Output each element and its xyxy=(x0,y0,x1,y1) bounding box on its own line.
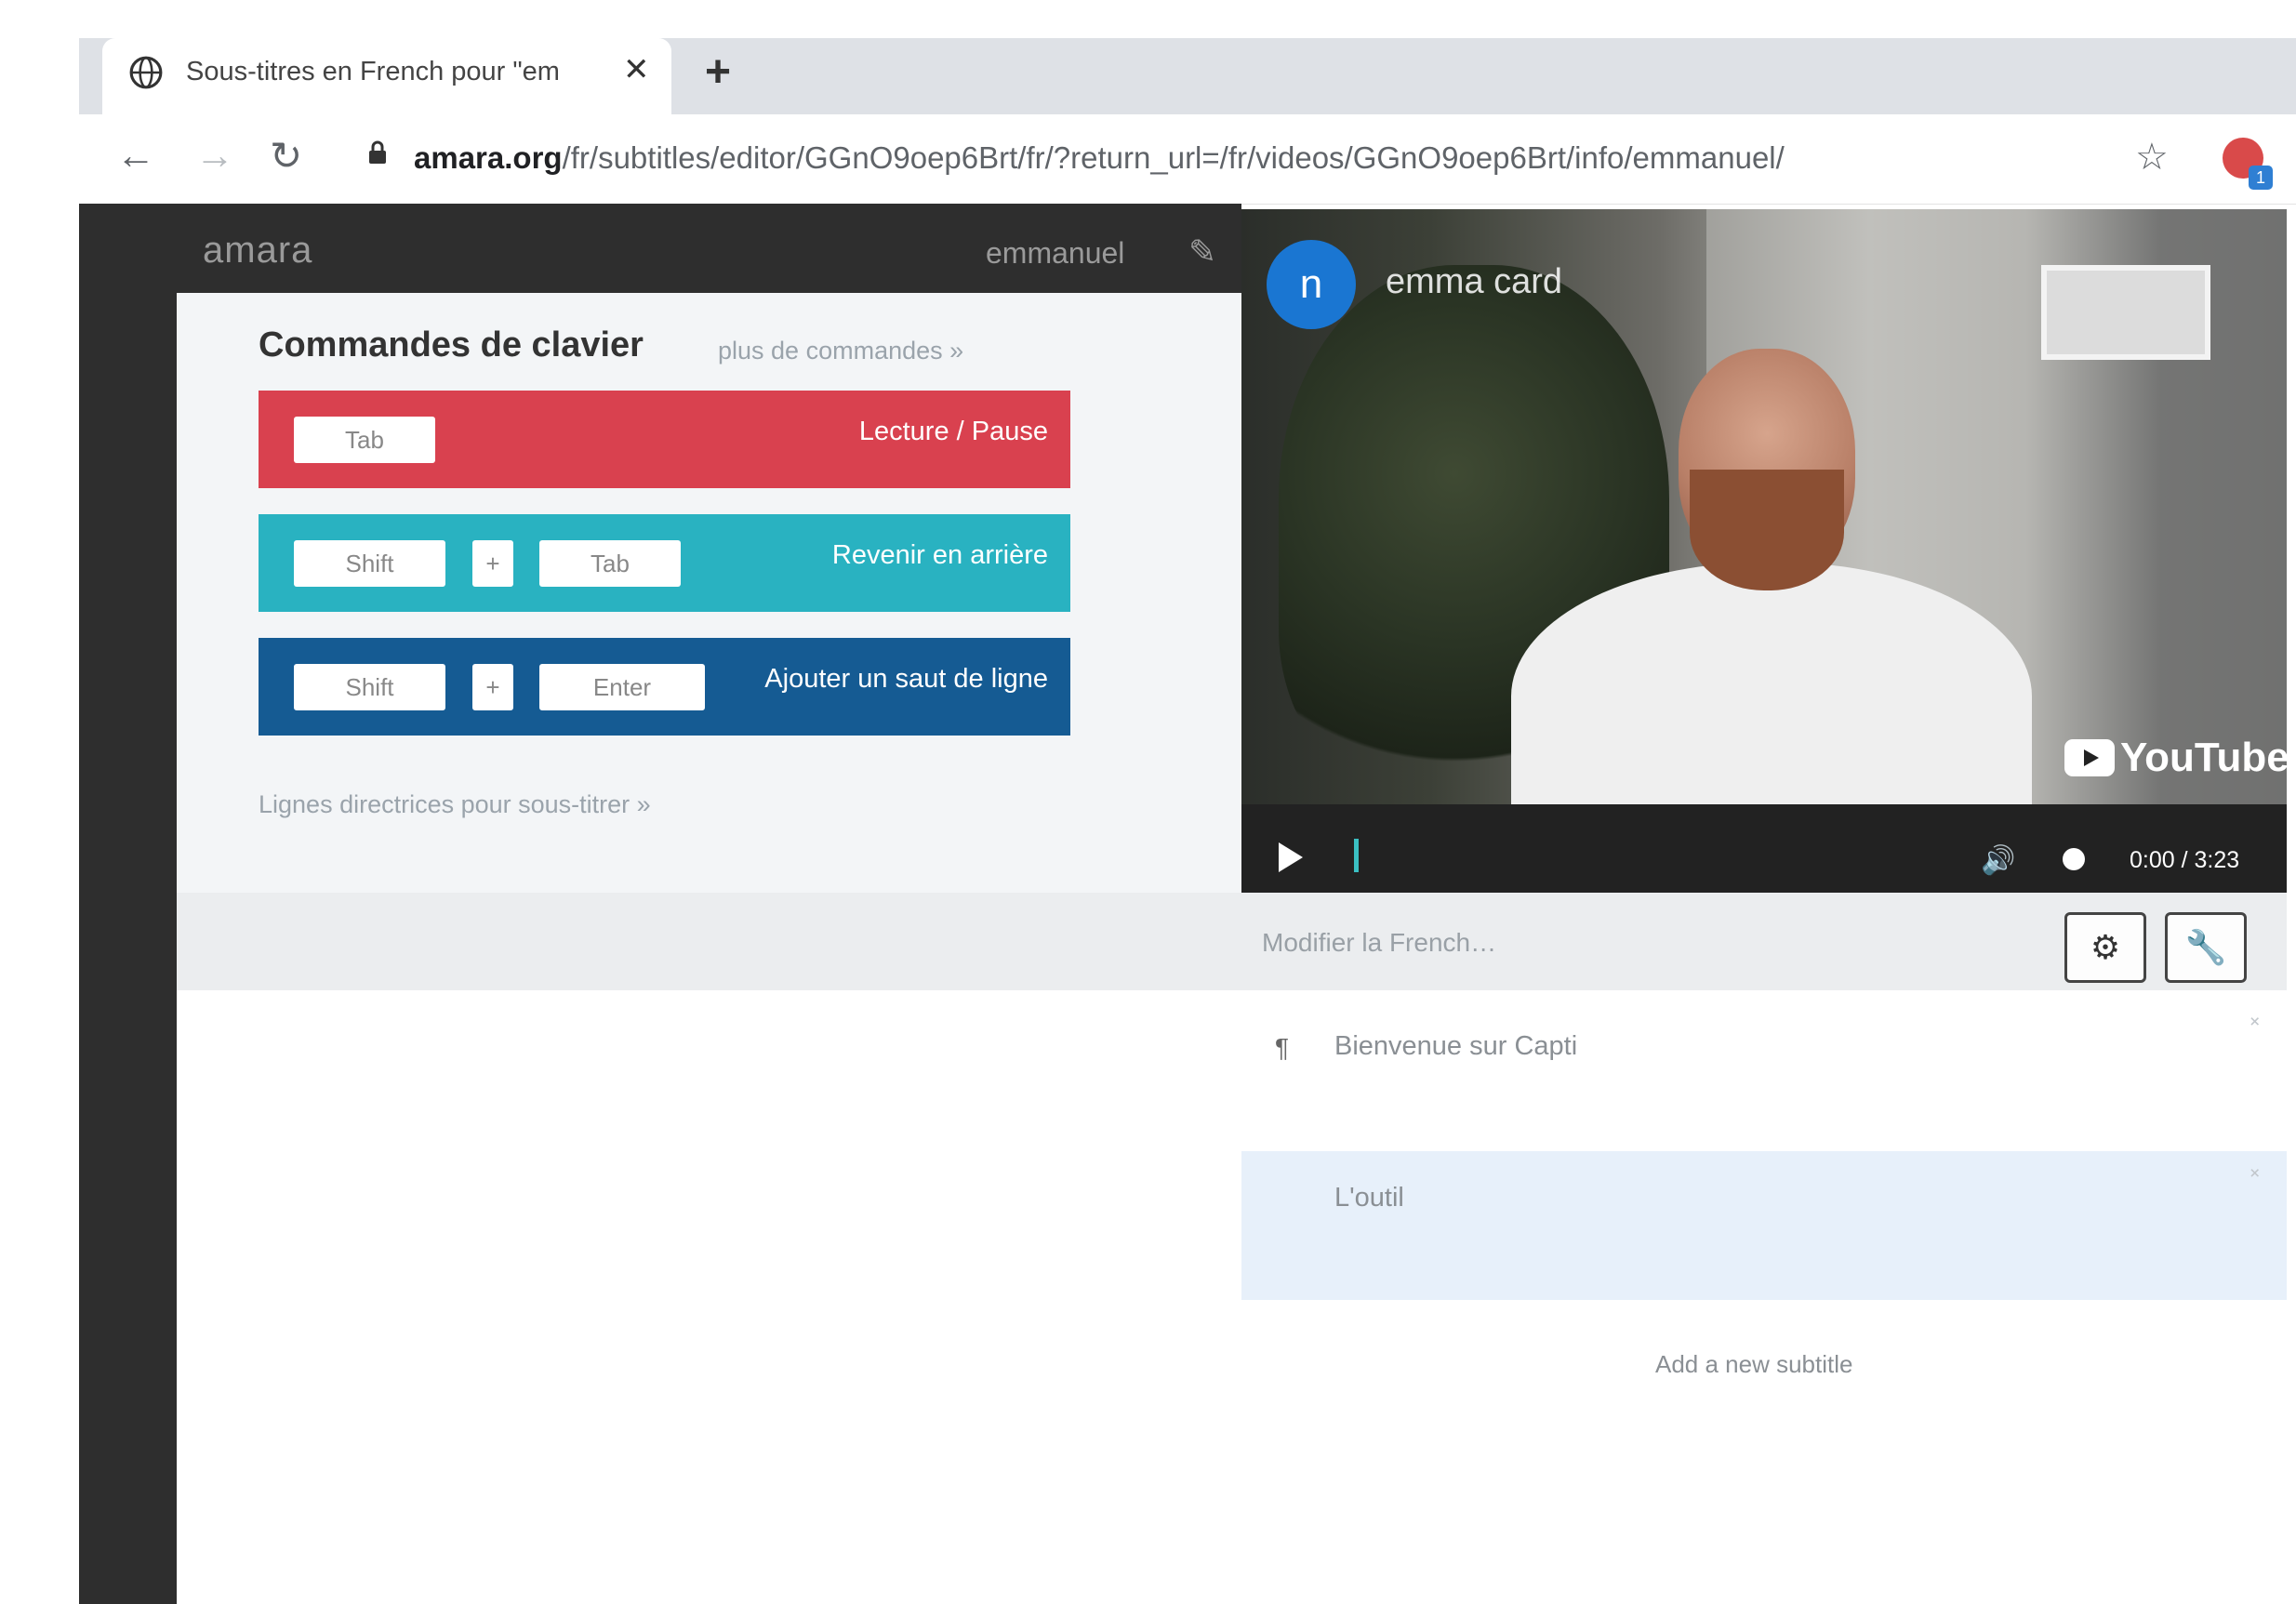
progress-marker[interactable] xyxy=(1354,839,1359,872)
forward-arrow-icon[interactable]: → xyxy=(195,133,234,178)
back-arrow-icon[interactable]: ← xyxy=(116,133,155,178)
lock-icon xyxy=(369,140,386,164)
remove-subtitle-icon[interactable]: ˟ xyxy=(2250,1013,2259,1041)
paragraph-icon: ¶ xyxy=(1275,1033,1290,1062)
shortcut-label: Revenir en arrière xyxy=(831,540,1048,570)
shortcut-label: Lecture / Pause xyxy=(858,417,1048,446)
channel-name[interactable]: emma card xyxy=(1386,262,1562,302)
bookmark-star-icon[interactable]: ☆ xyxy=(2135,136,2169,179)
add-subtitle-link[interactable]: Add a new subtitle xyxy=(1655,1350,1852,1379)
url-path: /fr/subtitles/editor/GGnO9oep6Brt/fr/?re… xyxy=(562,140,1785,175)
key-plus: + xyxy=(472,540,513,587)
tab-title: Sous-titres en French pour "em xyxy=(186,57,560,86)
subtitle-text[interactable]: Bienvenue sur Capti xyxy=(1334,1031,1577,1062)
left-frame xyxy=(79,293,177,1604)
help-title: Commandes de clavier xyxy=(259,325,644,365)
close-tab-icon[interactable]: ✕ xyxy=(623,51,650,88)
subtitle-row[interactable]: ¶ Bienvenue sur Capti ˟ xyxy=(1241,1000,2287,1148)
guidelines-link[interactable]: Lignes directrices pour sous-titrer » xyxy=(259,790,651,819)
youtube-play-icon xyxy=(2064,739,2115,776)
volume-icon[interactable]: 🔊 xyxy=(1981,844,2015,877)
remove-subtitle-icon[interactable]: ˟ xyxy=(2250,1164,2259,1193)
shortcut-label: Ajouter un saut de ligne xyxy=(764,664,1048,694)
key-plus: + xyxy=(472,664,513,710)
address-bar[interactable]: amara.org/fr/subtitles/editor/GGnO9oep6B… xyxy=(349,127,2116,191)
extension-badge: 1 xyxy=(2249,166,2273,190)
key-tab: Tab xyxy=(294,417,435,463)
key-shift: Shift xyxy=(294,664,445,710)
user-name[interactable]: emmanuel xyxy=(986,236,1124,271)
channel-avatar[interactable]: n xyxy=(1267,240,1356,329)
shortcut-play-pause: Tab Lecture / Pause xyxy=(259,391,1070,488)
reload-icon[interactable]: ↻ xyxy=(270,133,302,179)
more-commands-link[interactable]: plus de commandes » xyxy=(718,337,963,365)
timecode: 0:00 / 3:23 xyxy=(2130,847,2240,873)
url-domain: amara.org xyxy=(414,140,563,175)
key-tab: Tab xyxy=(539,540,681,587)
panel-divider xyxy=(177,893,1241,990)
video-person-body xyxy=(1511,563,2032,804)
youtube-wordmark: YouTube xyxy=(2120,735,2289,780)
subtitle-text[interactable]: L'outil xyxy=(1334,1183,1404,1213)
youtube-logo[interactable]: YouTube xyxy=(2064,735,2289,781)
video-window xyxy=(2041,265,2210,360)
key-shift: Shift xyxy=(294,540,445,587)
gear-icon: ⚙ xyxy=(2090,928,2121,966)
settings-gear-button[interactable]: ⚙ xyxy=(2064,912,2146,983)
subtitle-row[interactable]: L'outil ˟ xyxy=(1241,1151,2287,1300)
key-enter: Enter xyxy=(539,664,705,710)
extension-icon[interactable]: 1 xyxy=(2223,138,2273,190)
globe-icon xyxy=(129,56,163,89)
pencil-icon[interactable]: ✎ xyxy=(1188,232,1216,272)
browser-tab[interactable]: Sous-titres en French pour "em ✕ xyxy=(102,38,671,114)
wrench-icon: 🔧 xyxy=(2184,928,2227,966)
tools-wrench-button[interactable]: 🔧 xyxy=(2165,912,2247,983)
video-person-beard xyxy=(1690,470,1844,590)
settings-dot-icon[interactable] xyxy=(2063,848,2085,870)
url-text: amara.org/fr/subtitles/editor/GGnO9oep6B… xyxy=(414,140,1785,176)
new-tab-button[interactable]: + xyxy=(705,46,731,98)
shortcut-rewind: Shift + Tab Revenir en arrière xyxy=(259,514,1070,612)
edit-language-label: Modifier la French… xyxy=(1262,928,1497,957)
play-icon[interactable] xyxy=(1279,842,1303,872)
amara-logo[interactable]: amara xyxy=(203,230,312,272)
shortcut-line-break: Shift + Enter Ajouter un saut de ligne xyxy=(259,638,1070,736)
